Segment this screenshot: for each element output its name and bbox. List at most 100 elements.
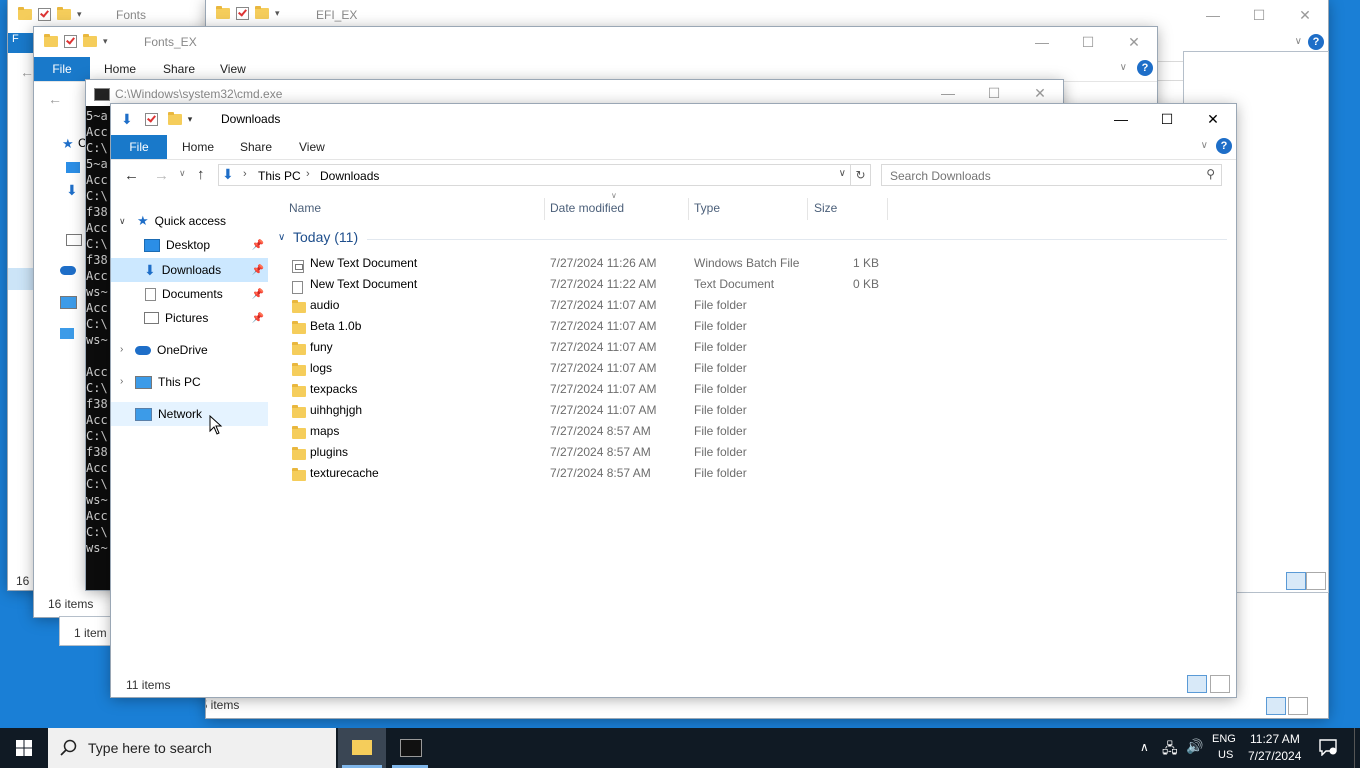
network-icon[interactable]	[60, 328, 74, 339]
column-divider[interactable]	[688, 198, 689, 220]
ribbon-expand-icon[interactable]: ∨	[1295, 36, 1302, 47]
onedrive-icon[interactable]	[60, 266, 76, 275]
downloads-window[interactable]: ⬇ ▾ Downloads — ☐ ✕ File Home Share View…	[111, 104, 1236, 697]
back-arrow-icon[interactable]: ←	[20, 64, 34, 80]
clock[interactable]: 11:27 AM 7/27/2024	[1244, 728, 1310, 768]
close-button[interactable]: ✕	[1190, 104, 1236, 134]
file-tab[interactable]: F	[8, 33, 34, 53]
pin-icon[interactable]: 📌	[252, 289, 264, 300]
table-row[interactable]: plugins 7/27/2024 8:57 AM File folder	[289, 442, 1049, 463]
search-input[interactable]	[888, 167, 1192, 185]
group-header[interactable]: Today (11)	[293, 229, 358, 245]
details-view-button[interactable]	[1266, 697, 1286, 715]
new-folder-icon[interactable]	[83, 34, 97, 47]
close-button[interactable]: ✕	[1111, 27, 1157, 57]
customize-toolbar-icon[interactable]: ▾	[103, 36, 108, 47]
new-folder-icon[interactable]	[255, 6, 269, 19]
star-icon[interactable]: ★	[62, 136, 74, 152]
address-bar[interactable]: ⬇ › This PC › Downloads ∨	[218, 164, 851, 186]
details-view-button[interactable]	[1187, 675, 1207, 693]
tab-home[interactable]: Home	[104, 62, 136, 76]
help-icon[interactable]: ?	[1308, 34, 1324, 50]
properties-icon[interactable]	[38, 8, 51, 21]
table-row[interactable]: New Text Document 7/27/2024 11:26 AM Windo…	[289, 253, 1049, 274]
column-divider[interactable]	[807, 198, 808, 220]
minimize-button[interactable]: —	[925, 80, 971, 106]
column-size[interactable]: Size	[814, 198, 837, 218]
new-folder-icon[interactable]	[57, 7, 71, 20]
column-type[interactable]: Type	[694, 198, 720, 218]
expand-chevron-icon[interactable]: ›	[120, 344, 123, 355]
pin-icon[interactable]: 📌	[252, 265, 264, 276]
pictures-icon[interactable]	[66, 234, 82, 246]
nav-this-pc[interactable]: This PC	[135, 371, 201, 393]
table-row[interactable]: New Text Document 7/27/2024 11:22 AM Text …	[289, 274, 1049, 295]
minimize-button[interactable]: —	[1098, 104, 1144, 134]
pin-icon[interactable]: 📌	[252, 240, 264, 251]
volume-icon[interactable]: 🔊	[1186, 738, 1203, 755]
back-arrow-icon[interactable]: ←	[48, 91, 62, 107]
nav-documents[interactable]: Documents 📌	[145, 283, 268, 305]
nav-pictures[interactable]: Pictures 📌	[144, 307, 268, 329]
ribbon-expand-icon[interactable]: ∨	[1120, 62, 1127, 73]
customize-toolbar-icon[interactable]: ▾	[275, 8, 280, 19]
show-hidden-icons[interactable]: ∧	[1140, 740, 1149, 754]
table-row[interactable]: logs 7/27/2024 11:07 AM File folder	[289, 358, 1049, 379]
start-button[interactable]	[0, 728, 48, 768]
column-divider[interactable]	[544, 198, 545, 220]
tab-share[interactable]: Share	[163, 62, 195, 76]
large-icons-view-button[interactable]	[1288, 697, 1308, 715]
maximize-button[interactable]: ☐	[1144, 104, 1190, 134]
console-output[interactable]: 5~a Acc C:\ 5~a Acc C:\ f38 Acc C:\ f38 Acc ws~ Acc C…	[86, 108, 108, 556]
address-dropdown-icon[interactable]: ∨	[839, 168, 846, 179]
nav-quick-access[interactable]: ★ Quick access	[137, 210, 226, 232]
search-box[interactable]: ⚲	[881, 164, 1222, 186]
help-icon[interactable]: ?	[1216, 138, 1232, 154]
nav-downloads[interactable]: ⬇ Downloads 📌	[144, 259, 268, 281]
breadcrumb-separator-icon[interactable]: ›	[306, 168, 310, 180]
customize-toolbar-icon[interactable]: ▾	[77, 9, 82, 20]
input-language[interactable]: ENG US	[1208, 728, 1242, 768]
close-button[interactable]: ✕	[1017, 80, 1063, 106]
details-view-button[interactable]	[1286, 572, 1306, 590]
properties-icon[interactable]	[236, 7, 249, 20]
nav-network[interactable]: Network	[135, 403, 202, 425]
minimize-button[interactable]: —	[1019, 27, 1065, 57]
table-row[interactable]: maps 7/27/2024 8:57 AM File folder	[289, 421, 1049, 442]
tab-view[interactable]: View	[220, 62, 246, 76]
table-row[interactable]: texturecache 7/27/2024 8:57 AM File folder	[289, 463, 1049, 484]
large-icons-view-button[interactable]	[1210, 675, 1230, 693]
expand-chevron-icon[interactable]: ›	[120, 376, 123, 387]
table-row[interactable]: audio 7/27/2024 11:07 AM File folder	[289, 295, 1049, 316]
nav-onedrive[interactable]: OneDrive	[135, 339, 208, 361]
desktop-icon[interactable]	[66, 162, 80, 173]
nav-desktop[interactable]: Desktop 📌	[144, 234, 268, 256]
column-name[interactable]: Name	[289, 198, 321, 218]
refresh-button[interactable]: ↻	[851, 164, 871, 186]
ribbon-expand-icon[interactable]: ∨	[1201, 140, 1208, 151]
show-desktop-button[interactable]	[1354, 728, 1360, 768]
table-row[interactable]: uihhghjgh 7/27/2024 11:07 AM File folder	[289, 400, 1049, 421]
taskbar-search[interactable]: Type here to search	[48, 728, 336, 768]
large-icons-view-button[interactable]	[1306, 572, 1326, 590]
tab-view[interactable]: View	[299, 140, 325, 154]
properties-icon[interactable]	[64, 35, 77, 48]
network-status-icon[interactable]: 🖧	[1162, 738, 1178, 762]
help-icon[interactable]: ?	[1137, 60, 1153, 76]
column-date-modified[interactable]: Date modified	[550, 198, 624, 218]
group-collapse-icon[interactable]: ∨	[278, 232, 285, 243]
table-row[interactable]: texpacks 7/27/2024 11:07 AM File folder	[289, 379, 1049, 400]
maximize-button[interactable]: ☐	[971, 80, 1017, 106]
collapse-chevron-icon[interactable]: ∨	[119, 216, 126, 227]
table-row[interactable]: Beta 1.0b 7/27/2024 11:07 AM File folder	[289, 316, 1049, 337]
file-tab[interactable]: File	[34, 57, 90, 81]
breadcrumb-downloads[interactable]: Downloads	[320, 169, 379, 183]
table-row[interactable]: funy 7/27/2024 11:07 AM File folder	[289, 337, 1049, 358]
pin-icon[interactable]: 📌	[252, 313, 264, 324]
column-divider[interactable]	[887, 198, 888, 220]
notification-center-icon[interactable]	[1318, 738, 1338, 757]
this-pc-icon[interactable]	[60, 296, 77, 309]
maximize-button[interactable]: ☐	[1236, 0, 1282, 30]
maximize-button[interactable]: ☐	[1065, 27, 1111, 57]
minimize-button[interactable]: —	[1190, 0, 1236, 30]
